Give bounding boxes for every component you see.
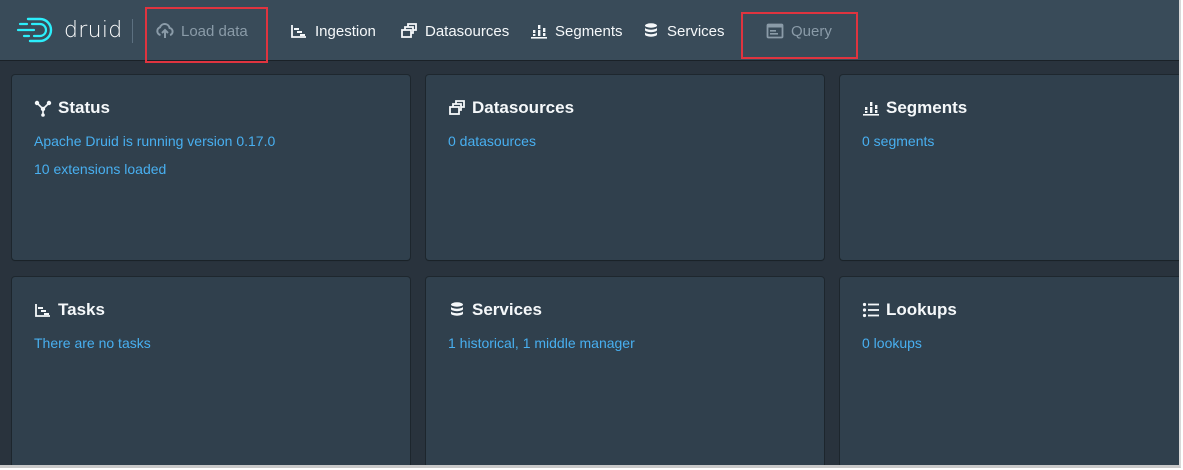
nav-services[interactable]: Services xyxy=(642,18,725,44)
lookups-count-text: 0 lookups xyxy=(862,335,922,351)
nav-services-label: Services xyxy=(667,22,725,40)
properties-icon xyxy=(862,301,880,319)
card-tasks-title-text: Tasks xyxy=(58,300,105,319)
card-status-title: Status xyxy=(34,97,388,119)
card-segments[interactable]: Segments 0 segments xyxy=(840,75,1179,260)
card-segments-title: Segments xyxy=(862,97,1178,119)
status-version-text: Apache Druid is running version 0.17.0 xyxy=(34,133,276,149)
graph-icon xyxy=(34,99,52,117)
card-lookups-title-text: Lookups xyxy=(886,300,957,319)
card-lookups-title: Lookups xyxy=(862,299,1178,321)
card-tasks-title: Tasks xyxy=(34,299,388,321)
gantt-chart-icon xyxy=(290,22,308,40)
card-services-title: Services xyxy=(448,299,802,321)
druid-logo[interactable]: druid xyxy=(16,15,123,45)
multi-select-icon xyxy=(400,22,418,40)
card-datasources-title-text: Datasources xyxy=(472,98,575,117)
stacked-chart-icon xyxy=(530,22,548,40)
logo-text: druid xyxy=(64,17,123,43)
card-segments-title-text: Segments xyxy=(886,98,968,117)
highlight-load-data xyxy=(145,7,268,63)
database-icon xyxy=(642,22,660,40)
card-datasources[interactable]: Datasources 0 datasources xyxy=(426,75,824,260)
card-services-title-text: Services xyxy=(472,300,542,319)
nav-segments-label: Segments xyxy=(555,22,623,40)
stacked-chart-icon xyxy=(862,99,880,117)
services-summary-text: 1 historical, 1 middle manager xyxy=(448,335,635,351)
druid-console-window: druid Load data Ingestion Datasources Se… xyxy=(0,0,1181,468)
segments-count-text: 0 segments xyxy=(862,133,935,149)
tasks-status-text: There are no tasks xyxy=(34,335,151,351)
card-status-title-text: Status xyxy=(58,98,110,117)
highlight-query xyxy=(741,12,858,59)
gantt-chart-icon xyxy=(34,301,52,319)
status-extensions-text: 10 extensions loaded xyxy=(34,161,167,177)
nav-divider xyxy=(132,19,133,43)
datasources-count-text: 0 datasources xyxy=(448,133,536,149)
card-lookups[interactable]: Lookups 0 lookups xyxy=(840,277,1179,465)
nav-segments[interactable]: Segments xyxy=(530,18,623,44)
card-services[interactable]: Services 1 historical, 1 middle manager xyxy=(426,277,824,465)
multi-select-icon xyxy=(448,99,466,117)
nav-datasources[interactable]: Datasources xyxy=(400,18,509,44)
card-tasks[interactable]: Tasks There are no tasks xyxy=(12,277,410,465)
nav-datasources-label: Datasources xyxy=(425,22,510,40)
database-icon xyxy=(448,301,466,319)
nav-ingestion[interactable]: Ingestion xyxy=(290,18,376,44)
druid-logo-icon xyxy=(16,17,53,43)
card-status[interactable]: Status Apache Druid is running version 0… xyxy=(12,75,410,260)
nav-ingestion-label: Ingestion xyxy=(315,22,376,40)
card-datasources-title: Datasources xyxy=(448,97,802,119)
